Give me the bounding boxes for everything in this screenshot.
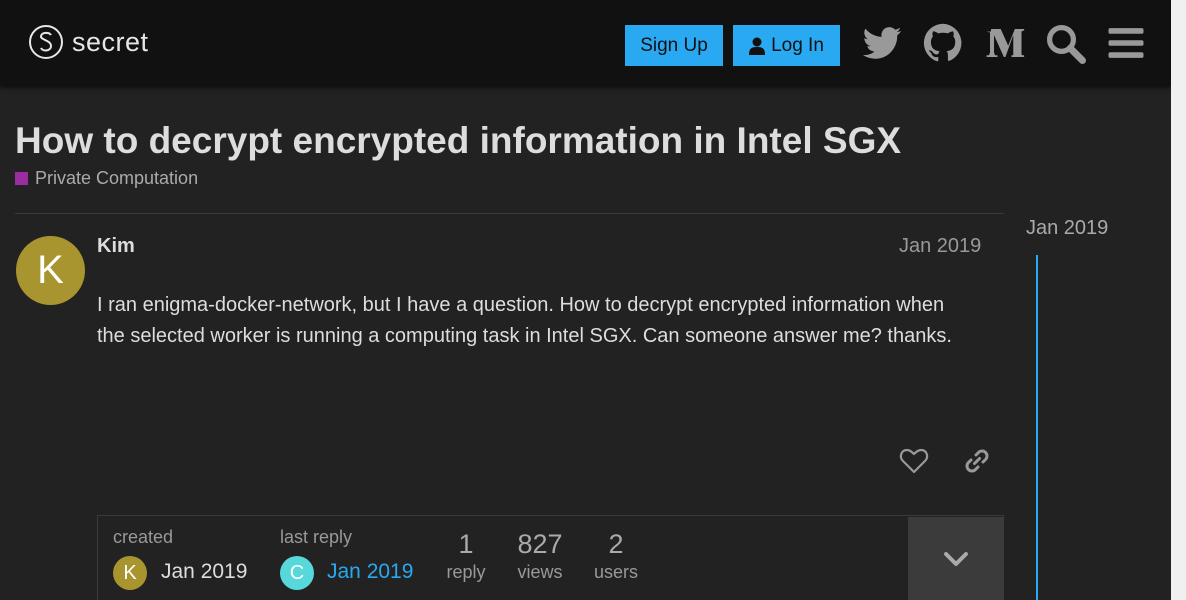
site-logo[interactable]: secret — [29, 25, 149, 59]
created-label: created — [113, 527, 174, 547]
last-reply-date[interactable]: Jan 2019 — [327, 560, 413, 584]
like-heart-icon[interactable] — [898, 445, 930, 477]
chevron-down-icon — [944, 551, 968, 566]
post-author-avatar[interactable]: K — [16, 236, 85, 305]
share-link-icon[interactable] — [961, 445, 993, 477]
last-reply-avatar[interactable]: C — [280, 556, 314, 590]
sign-up-button[interactable]: Sign Up — [625, 25, 723, 66]
user-icon — [749, 37, 766, 55]
title-divider — [15, 213, 1004, 214]
timeline-start-date[interactable]: Jan 2019 — [1026, 217, 1108, 240]
page-scrollbar[interactable] — [1171, 0, 1186, 600]
users-count: 2 — [608, 529, 624, 559]
created-date: Jan 2019 — [161, 560, 248, 583]
search-icon[interactable] — [1044, 22, 1086, 64]
reply-label: reply — [446, 562, 486, 582]
post-body: I ran enigma-docker-network, but I have … — [97, 294, 952, 347]
users-label: users — [593, 562, 638, 582]
expand-topic-map-button[interactable] — [908, 517, 1004, 600]
reply-count: 1 — [458, 529, 474, 559]
secret-logo-icon — [29, 25, 63, 59]
sign-up-label: Sign Up — [640, 34, 708, 56]
created-avatar-letter: K — [123, 561, 137, 584]
medium-icon[interactable] — [983, 22, 1025, 64]
last-reply-label: last reply — [280, 527, 353, 547]
category-color-swatch — [15, 172, 28, 185]
post-date[interactable]: Jan 2019 — [899, 235, 981, 258]
log-in-button[interactable]: Log In — [733, 25, 840, 66]
views-count: 827 — [517, 529, 563, 559]
logo-text: secret — [72, 26, 149, 57]
category-name: Private Computation — [35, 168, 199, 188]
topic-map: created K Jan 2019 last reply C Jan 2019… — [97, 515, 1004, 600]
category-badge[interactable]: Private Computation — [15, 168, 198, 189]
timeline-scroll-track[interactable] — [1036, 255, 1038, 600]
site-header: secret Sign Up Log In — [0, 0, 1171, 86]
topic-title[interactable]: How to decrypt encrypted information in … — [15, 120, 901, 162]
github-icon[interactable] — [922, 22, 964, 64]
created-avatar[interactable]: K — [113, 556, 147, 590]
last-reply-avatar-letter: C — [289, 561, 305, 584]
log-in-label: Log In — [771, 34, 824, 56]
avatar-letter: K — [37, 248, 64, 292]
post-author-username[interactable]: Kim — [97, 235, 135, 258]
hamburger-menu-icon[interactable] — [1105, 22, 1147, 64]
views-label: views — [517, 562, 563, 582]
twitter-icon[interactable] — [861, 22, 903, 64]
